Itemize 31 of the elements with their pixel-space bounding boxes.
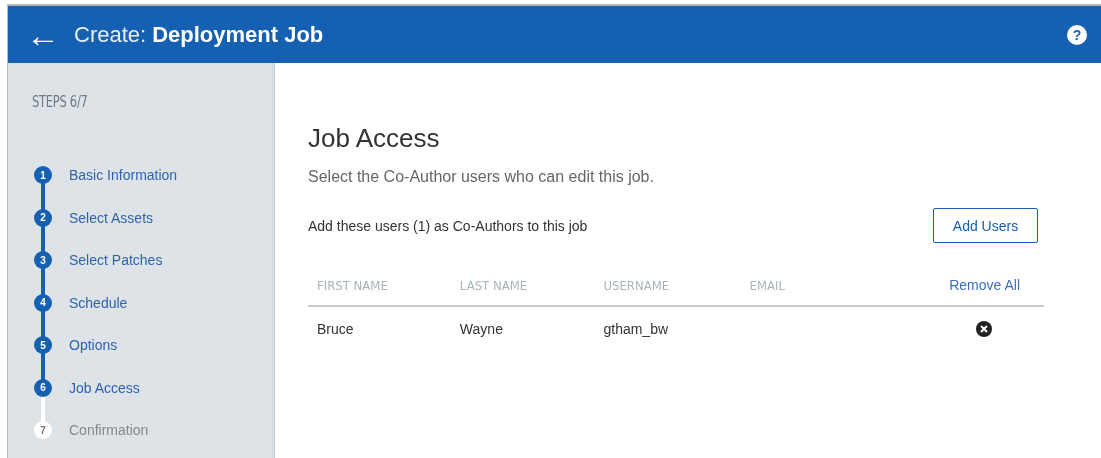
step-link[interactable]: Select Patches xyxy=(69,252,163,269)
step-link[interactable]: Confirmation xyxy=(69,422,149,439)
table-cell: gtham_bw xyxy=(603,320,669,337)
step-number: 7 xyxy=(34,421,52,440)
add-users-button[interactable]: Add Users xyxy=(933,208,1038,243)
step-number: 2 xyxy=(34,208,52,227)
step-number: 5 xyxy=(34,336,52,355)
step-link[interactable]: Select Assets xyxy=(69,209,154,226)
step-link[interactable]: Options xyxy=(69,337,118,354)
step-number: 6 xyxy=(34,378,52,397)
table-cell: Wayne xyxy=(459,320,503,337)
step-link[interactable]: Job Access xyxy=(69,379,140,396)
section-title: Job Access xyxy=(308,123,441,154)
step-link[interactable]: Basic Information xyxy=(69,167,178,184)
column-header: FIRST NAME xyxy=(308,265,451,306)
step-number: 4 xyxy=(34,293,52,312)
page-title: Create: Deployment Job xyxy=(74,21,324,48)
step-number: 3 xyxy=(34,251,52,270)
column-header: LAST NAME xyxy=(450,265,595,306)
step-link[interactable]: Schedule xyxy=(69,294,128,311)
remove-all-link[interactable]: Remove All xyxy=(949,277,1020,293)
info-text: Add these users (1) as Co-Authors to this job xyxy=(308,217,588,234)
step-number: 1 xyxy=(34,166,52,185)
back-arrow-icon[interactable]: ← xyxy=(26,17,60,52)
steps-heading: STEPS 6/7 xyxy=(32,93,89,111)
table-cell: Bruce xyxy=(317,320,354,337)
section-description: Select the Co-Author users who can edit this job. xyxy=(308,168,655,186)
help-icon[interactable]: ? xyxy=(1067,24,1087,45)
column-header: USERNAME xyxy=(594,265,741,306)
column-header: EMAIL xyxy=(740,265,941,306)
remove-icon[interactable] xyxy=(976,321,992,338)
